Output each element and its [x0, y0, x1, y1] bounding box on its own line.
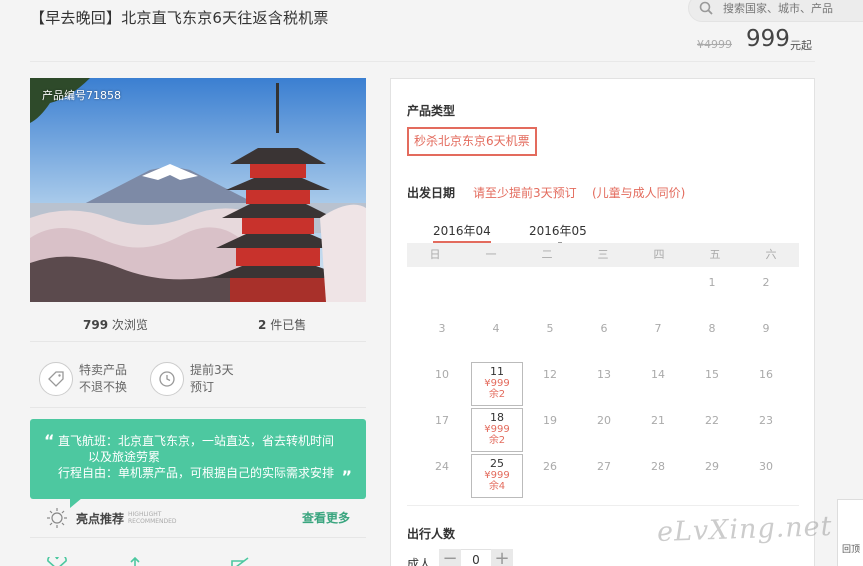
- feature-line1: 提前3天: [190, 363, 234, 377]
- panel-divider: [407, 505, 799, 506]
- sold-count: 2: [258, 318, 267, 332]
- stats-divider: [30, 341, 366, 342]
- adult-label: 成人: [407, 557, 432, 566]
- calendar-day-available[interactable]: 18 ¥999 余2: [471, 408, 523, 452]
- weekday: 三: [597, 248, 609, 261]
- search-icon: [699, 1, 713, 15]
- calendar-day: 10: [435, 368, 449, 381]
- date-note: 请至少提前3天预订: [473, 186, 577, 200]
- adult-count-input[interactable]: 0: [461, 549, 491, 566]
- highlight-line: 以及旅途劳累: [88, 450, 161, 464]
- tab-month-april[interactable]: 2016年04: [433, 222, 491, 247]
- calendar-day: 17: [435, 414, 449, 427]
- back-to-top-button[interactable]: 回顶: [837, 499, 863, 566]
- quote-open-icon: “: [44, 431, 55, 450]
- calendar-day: 9: [762, 322, 770, 335]
- decrement-button[interactable]: −: [439, 549, 461, 566]
- weekday: 日: [429, 248, 441, 261]
- highlight-divider: [30, 537, 366, 538]
- calendar-day: 26: [543, 460, 557, 473]
- calendar-day: 28: [651, 460, 665, 473]
- highlight-line: 直飞航班：北京直飞东京，一站直达，省去转机时间: [58, 434, 335, 448]
- calendar-day: 12: [543, 368, 557, 381]
- feature-line1: 特卖产品: [79, 363, 128, 377]
- calendar-day: 21: [651, 414, 665, 427]
- views-stat: 799 次浏览: [83, 316, 148, 333]
- current-price: 999: [746, 26, 790, 52]
- calendar-day: 1: [708, 276, 716, 289]
- edit-icon[interactable]: [230, 557, 252, 566]
- tab-month-may[interactable]: 2016年05: [529, 222, 587, 245]
- departure-date-heading: 出发日期: [407, 186, 456, 200]
- views-label: 次浏览: [111, 318, 148, 332]
- feature-line2: 预订: [190, 380, 215, 394]
- product-type-option[interactable]: 秒杀北京东京6天机票: [407, 127, 537, 156]
- watermark: eLvXing.net: [656, 510, 833, 549]
- clock-icon: [150, 362, 184, 396]
- quote-close-icon: ”: [341, 467, 352, 486]
- sold-label: 件已售: [270, 318, 307, 332]
- share-icon[interactable]: [128, 557, 142, 566]
- original-price: ¥4999: [697, 38, 732, 51]
- weekday: 六: [765, 248, 777, 261]
- weekday: 二: [541, 248, 553, 261]
- calendar-day: 2: [762, 276, 770, 289]
- search-box[interactable]: 搜索国家、城市、产品: [688, 0, 863, 22]
- highlight-card: “ 直飞航班：北京直飞东京，一站直达，省去转机时间 以及旅途劳累 行程自由：单机…: [30, 419, 366, 499]
- calendar-day: 6: [600, 322, 608, 335]
- feature-advance-booking: 提前3天预订: [150, 362, 234, 396]
- date-note-price: (儿童与成人同价): [592, 186, 686, 200]
- calendar-day: 4: [492, 322, 500, 335]
- increment-button[interactable]: +: [491, 549, 513, 566]
- product-title: 【早去晚回】北京直飞东京6天往返含税机票: [30, 9, 329, 27]
- header-divider: [30, 61, 815, 62]
- heart-icon[interactable]: [46, 557, 68, 566]
- adult-quantity-stepper: − 0 +: [439, 549, 513, 566]
- weekday-header: 日 一 二 三 四 五 六: [407, 243, 799, 267]
- calendar-day-available[interactable]: 11 ¥999 余2: [471, 362, 523, 406]
- search-placeholder: 搜索国家、城市、产品: [723, 2, 833, 15]
- highlight-line: 行程自由：单机票产品，可根据自己的实际需求安排: [58, 466, 335, 480]
- travelers-heading: 出行人数: [407, 527, 456, 541]
- calendar-day: 3: [438, 322, 446, 335]
- calendar-day: 27: [597, 460, 611, 473]
- see-more-link[interactable]: 查看更多: [302, 509, 350, 526]
- views-count: 799: [83, 318, 109, 332]
- calendar-day: 5: [546, 322, 554, 335]
- product-id: 产品编号71858: [42, 89, 121, 102]
- calendar-day: 20: [597, 414, 611, 427]
- calendar-day: 16: [759, 368, 773, 381]
- sun-icon: [47, 508, 67, 528]
- calendar-day: 19: [543, 414, 557, 427]
- calendar-day: 14: [651, 368, 665, 381]
- calendar-day: 29: [705, 460, 719, 473]
- product-type-heading: 产品类型: [407, 104, 456, 118]
- highlight-header: 亮点推荐 HIGHLIGHT RECOMMENDED: [46, 507, 177, 529]
- booking-panel: 产品类型 秒杀北京东京6天机票 出发日期 请至少提前3天预订 (儿童与成人同价)…: [390, 78, 815, 566]
- feature-line2: 不退不换: [79, 380, 128, 394]
- price-unit: 元起: [790, 39, 812, 52]
- weekday: 四: [653, 248, 665, 261]
- calendar-day: 15: [705, 368, 719, 381]
- weekday: 五: [709, 248, 721, 261]
- sold-stat: 2 件已售: [258, 316, 306, 333]
- highlight-label: 亮点推荐: [76, 511, 125, 526]
- calendar-day: 7: [654, 322, 662, 335]
- calendar-day: 8: [708, 322, 716, 335]
- feature-special-sale: 特卖产品 不退不换: [39, 362, 127, 396]
- calendar-day-available[interactable]: 25 ¥999 余4: [471, 454, 523, 498]
- calendar-day: 22: [705, 414, 719, 427]
- feature-divider: [30, 407, 366, 408]
- calendar-day: 23: [759, 414, 773, 427]
- calendar-day: 24: [435, 460, 449, 473]
- calendar-day: 13: [597, 368, 611, 381]
- tag-icon: [39, 362, 73, 396]
- product-photo: [30, 78, 366, 302]
- highlight-label-en: HIGHLIGHT RECOMMENDED: [128, 511, 177, 525]
- weekday: 一: [485, 248, 497, 261]
- calendar-day: 30: [759, 460, 773, 473]
